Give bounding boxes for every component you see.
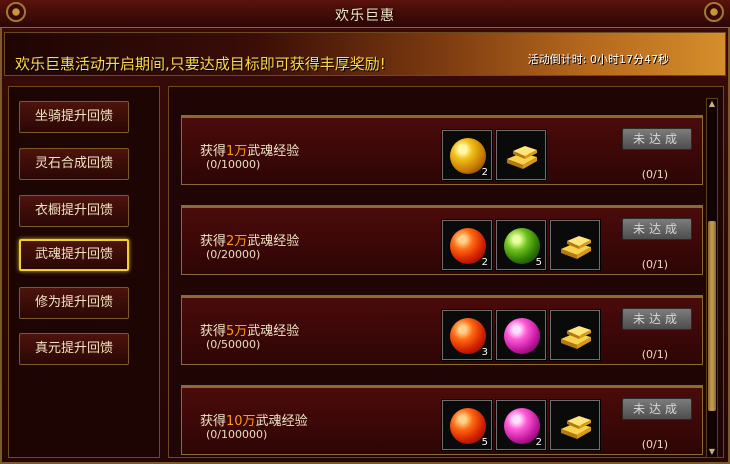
reward-label: 获得1万武魂经验 [200, 140, 299, 159]
reward-progress: (0/100000) [206, 428, 268, 441]
claim-status: (0/1) [641, 168, 668, 181]
gold-ingot-icon [561, 416, 591, 439]
item-slot[interactable] [549, 309, 601, 361]
reward-prefix: 获得 [200, 144, 227, 159]
sidebar-item-mount[interactable]: 坐骑提升回馈 [19, 101, 129, 133]
red-orb-icon [450, 228, 486, 264]
item-quantity: 5 [481, 437, 488, 448]
claim-status: (0/1) [641, 348, 668, 361]
reward-amount: 10万 [226, 414, 256, 429]
gold-ingot-icon [561, 326, 591, 349]
scroll-down-icon[interactable]: ▼ [707, 447, 717, 457]
item-quantity: 2 [535, 437, 542, 448]
item-quantity: 2 [481, 167, 488, 178]
countdown-timer: 活动倒计时: 0小时17分47秒 [527, 53, 669, 66]
item-slot[interactable]: 2 [441, 129, 493, 181]
reward-suffix: 武魂经验 [247, 144, 300, 159]
banner-headline: 欢乐巨惠活动开启期间,只要达成目标即可获得丰厚奖励! [15, 55, 386, 73]
item-slot[interactable]: 2 [441, 219, 493, 271]
sidebar-item-spirit-stone[interactable]: 灵石合成回馈 [19, 148, 129, 180]
item-slot[interactable] [495, 309, 547, 361]
reward-row: 获得2万武魂经验 (0/20000) 2 5 未达成 (0/1) [181, 205, 703, 275]
category-sidebar: 坐骑提升回馈 灵石合成回馈 衣橱提升回馈 武魂提升回馈 修为提升回馈 真元提升回… [8, 86, 160, 458]
reward-amount: 2万 [226, 234, 248, 249]
green-orb-icon [504, 228, 540, 264]
reward-prefix: 获得 [200, 414, 227, 429]
scroll-up-icon[interactable]: ▲ [707, 99, 717, 109]
scroll-thumb[interactable] [708, 221, 716, 411]
sidebar-item-martial-soul[interactable]: 武魂提升回馈 [19, 239, 129, 271]
reward-suffix: 武魂经验 [247, 234, 300, 249]
window-title: 欢乐巨惠 [335, 8, 395, 24]
reward-prefix: 获得 [200, 234, 227, 249]
sidebar-item-cultivation[interactable]: 修为提升回馈 [19, 287, 129, 319]
item-slot[interactable]: 5 [495, 219, 547, 271]
ornament-icon [6, 2, 26, 22]
reward-prefix: 获得 [200, 324, 227, 339]
scrollbar[interactable]: ▲ ▼ [706, 98, 718, 458]
item-slot[interactable] [549, 399, 601, 451]
reward-label: 获得2万武魂经验 [200, 230, 299, 249]
item-quantity: 2 [481, 257, 488, 268]
reward-progress: (0/50000) [206, 338, 261, 351]
claim-status: (0/1) [641, 258, 668, 271]
reward-progress: (0/10000) [206, 158, 261, 171]
title-bar: 欢乐巨惠 [0, 0, 730, 28]
reward-amount: 5万 [226, 324, 248, 339]
item-slot[interactable] [549, 219, 601, 271]
claim-button[interactable]: 未达成 [622, 128, 692, 150]
gold-ingot-icon [561, 236, 591, 259]
sidebar-item-wardrobe[interactable]: 衣橱提升回馈 [19, 195, 129, 227]
reward-row: 获得5万武魂经验 (0/50000) 3 未达成 (0/1) [181, 295, 703, 365]
ornament-icon [704, 2, 724, 22]
gold-ingot-icon [507, 146, 537, 169]
claim-button[interactable]: 未达成 [622, 308, 692, 330]
claim-button[interactable]: 未达成 [622, 398, 692, 420]
item-quantity: 5 [535, 257, 542, 268]
item-quantity: 3 [481, 347, 488, 358]
red-orb-icon [450, 408, 486, 444]
reward-amount: 1万 [226, 144, 248, 159]
reward-progress: (0/20000) [206, 248, 261, 261]
yellow-orb-icon [450, 138, 486, 174]
item-slot[interactable] [495, 129, 547, 181]
item-slot[interactable]: 5 [441, 399, 493, 451]
reward-label: 获得10万武魂经验 [200, 410, 308, 429]
sidebar-item-true-essence[interactable]: 真元提升回馈 [19, 333, 129, 365]
pink-orb-icon [504, 408, 540, 444]
claim-status: (0/1) [641, 438, 668, 451]
reward-label: 获得5万武魂经验 [200, 320, 299, 339]
reward-row: 获得1万武魂经验 (0/10000) 2 未达成 (0/1) [181, 115, 703, 185]
event-banner: 欢乐巨惠活动开启期间,只要达成目标即可获得丰厚奖励! 活动倒计时: 0小时17分… [4, 32, 726, 76]
pink-orb-icon [504, 318, 540, 354]
red-orb-icon [450, 318, 486, 354]
claim-button[interactable]: 未达成 [622, 218, 692, 240]
reward-row: 获得10万武魂经验 (0/100000) 5 2 未达成 (0/1) [181, 385, 703, 455]
reward-list: 获得1万武魂经验 (0/10000) 2 未达成 (0/1) 获得2万武魂经验 … [168, 86, 724, 458]
reward-suffix: 武魂经验 [255, 414, 308, 429]
reward-suffix: 武魂经验 [247, 324, 300, 339]
item-slot[interactable]: 2 [495, 399, 547, 451]
item-slot[interactable]: 3 [441, 309, 493, 361]
